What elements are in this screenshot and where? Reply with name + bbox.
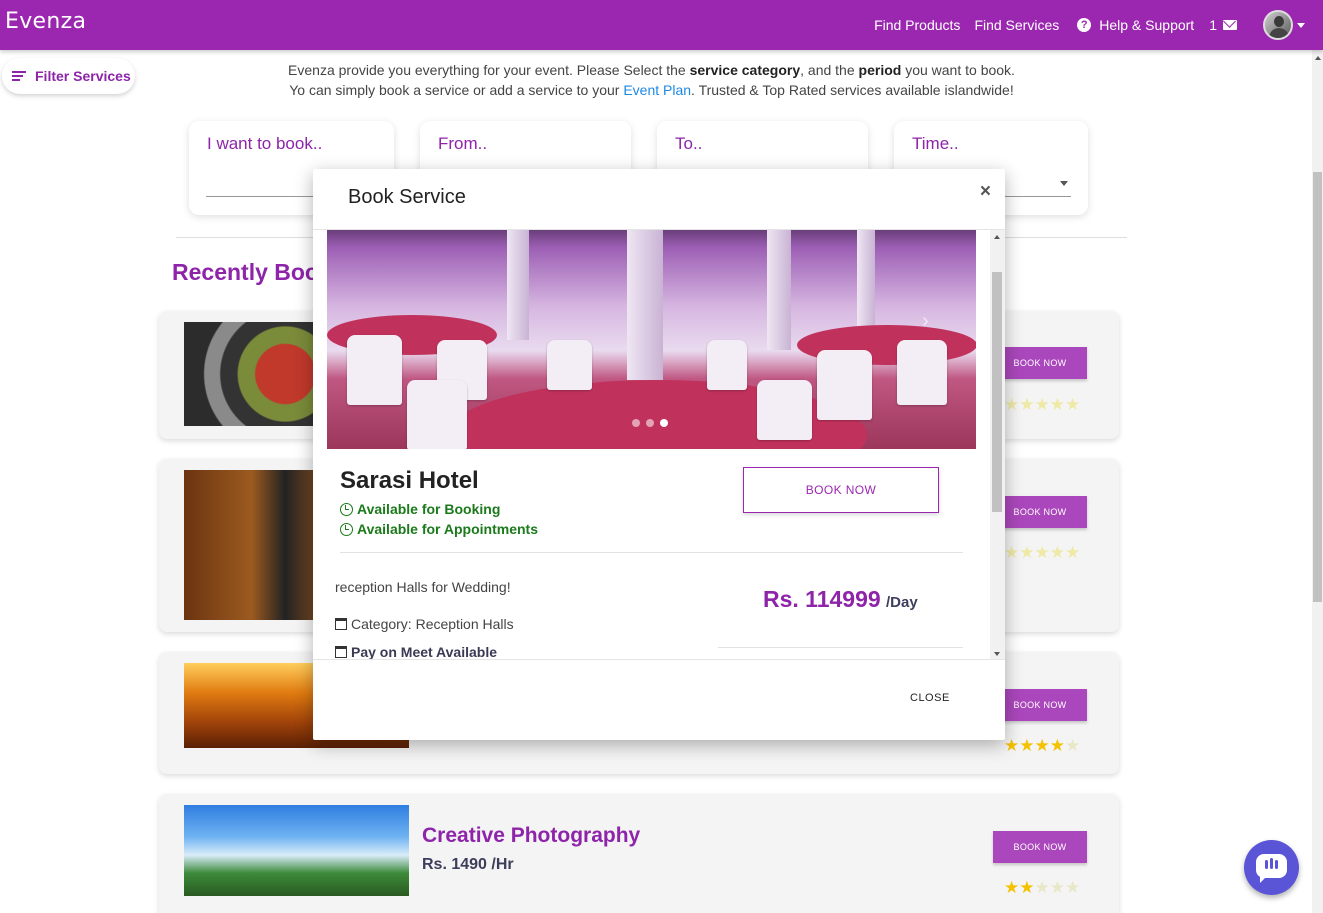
from-label: From.. [438,134,488,153]
star-icon: ★ [1019,878,1035,897]
book-now-button[interactable]: BOOK NOW [993,496,1087,528]
service-card[interactable]: Creative Photography Rs. 1490 /Hr BOOK N… [159,794,1119,913]
availability-booking: Available for Booking [340,501,500,517]
clock-icon [340,502,353,516]
brand-logo[interactable]: Evenza [5,9,86,34]
envelope-icon [1223,20,1237,30]
divider [340,552,963,553]
book-service-modal: Book Service × › Sarasi Hotel Available … [313,169,1005,740]
avatar[interactable] [1263,10,1293,40]
price-unit: /Day [886,594,918,611]
star-icon: ★ [1034,395,1050,414]
star-icon: ★ [1049,878,1065,897]
service-image [184,805,409,896]
event-plan-link[interactable]: Event Plan [623,82,691,98]
star-icon: ★ [1049,736,1065,755]
star-icon: ★ [1065,543,1081,562]
star-icon: ★ [1019,736,1035,755]
to-label: To.. [675,134,703,153]
help-label: Help & Support [1099,17,1195,33]
star-icon: ★ [1019,395,1035,414]
star-icon: ★ [1065,395,1081,414]
time-label: Time.. [912,134,959,153]
rating-stars: ★★★★★ [1004,395,1080,415]
carousel-dot[interactable] [660,419,668,427]
close-button[interactable]: CLOSE [910,692,950,704]
clock-icon [340,522,353,536]
star-icon: ★ [1004,736,1020,755]
close-icon[interactable]: × [980,181,991,203]
message-count: 1 [1209,17,1217,33]
intro-text: Evenza provide you everything for your e… [288,62,1015,98]
rating-stars: ★★★★★ [1004,878,1080,898]
divider [718,647,963,648]
image-carousel[interactable]: › [327,230,976,449]
filter-services-button[interactable]: Filter Services [2,58,135,94]
calendar-icon [335,618,347,630]
modal-book-now-button[interactable]: BOOK NOW [743,467,939,513]
nav-messages[interactable]: 1 [1209,17,1237,33]
nav-find-products[interactable]: Find Products [874,17,960,33]
nav-help-support[interactable]: ? Help & Support [1077,17,1194,33]
page-scrollbar[interactable] [1312,50,1323,913]
service-price: Rs. 1490 /Hr [422,856,514,873]
section-title: Recently Boo [172,259,319,285]
nav-right: Find Products Find Services ? Help & Sup… [860,0,1305,50]
carousel-dot[interactable] [632,419,640,427]
rating-stars: ★★★★★ [1004,736,1080,756]
star-icon: ★ [1034,878,1050,897]
star-icon: ★ [1049,543,1065,562]
book-now-button[interactable]: BOOK NOW [993,347,1087,379]
star-icon: ★ [1034,543,1050,562]
modal-body: › Sarasi Hotel Available for Booking Ava… [313,229,1005,660]
top-navbar: Evenza Find Products Find Services ? Hel… [0,0,1323,50]
modal-title: Book Service [348,186,466,208]
nav-find-services[interactable]: Find Services [974,17,1059,33]
star-icon: ★ [1065,736,1081,755]
chevron-down-icon [1060,181,1068,186]
star-icon: ★ [1004,395,1020,414]
star-icon: ★ [1034,736,1050,755]
carousel-indicators[interactable] [632,419,674,427]
service-category: Category: Reception Halls [335,616,514,632]
star-icon: ★ [1019,543,1035,562]
star-icon: ★ [1065,878,1081,897]
filter-label: Filter Services [35,68,131,84]
help-icon: ? [1077,18,1092,32]
calendar-check-icon [335,646,347,658]
service-name[interactable]: Creative Photography [422,824,640,848]
service-price: Rs. 114999 [763,586,881,612]
service-description: reception Halls for Wedding! [335,579,511,595]
rating-stars: ★★★★★ [1004,543,1080,563]
pay-on-meet: Pay on Meet Available [335,644,497,659]
service-select-label: I want to book.. [207,134,323,153]
star-icon: ★ [1004,878,1020,897]
chevron-down-icon[interactable] [1297,22,1305,28]
star-icon: ★ [1004,543,1020,562]
carousel-dot[interactable] [646,419,654,427]
book-now-button[interactable]: BOOK NOW [993,831,1087,863]
availability-appointments: Available for Appointments [340,521,538,537]
modal-scrollbar[interactable] [990,230,1005,659]
chat-widget-button[interactable] [1244,840,1299,895]
book-now-button[interactable]: BOOK NOW [993,689,1087,721]
star-icon: ★ [1049,395,1065,414]
hotel-name: Sarasi Hotel [340,467,479,494]
chevron-right-icon[interactable]: › [922,310,929,333]
filter-list-icon [12,69,26,83]
